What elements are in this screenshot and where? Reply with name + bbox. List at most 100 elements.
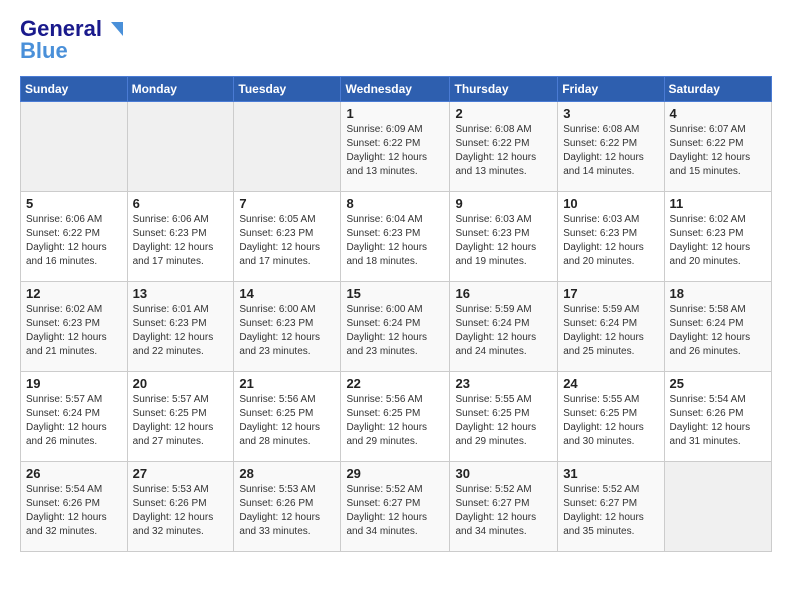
logo: General Blue [20,16,125,64]
calendar-cell: 4 Sunrise: 6:07 AM Sunset: 6:22 PM Daylig… [664,102,771,192]
calendar-header-row: SundayMondayTuesdayWednesdayThursdayFrid… [21,77,772,102]
day-info: Sunrise: 6:07 AM Sunset: 6:22 PM Dayligh… [670,123,766,179]
header: General Blue [20,16,772,64]
day-info: Sunrise: 5:54 AM Sunset: 6:26 PM Dayligh… [26,483,122,539]
calendar-cell: 16 Sunrise: 5:59 AM Sunset: 6:24 PM Dayli… [450,282,558,372]
calendar-cell: 5 Sunrise: 6:06 AM Sunset: 6:22 PM Daylig… [21,192,128,282]
day-info: Sunrise: 5:52 AM Sunset: 6:27 PM Dayligh… [563,483,658,539]
day-info: Sunrise: 6:03 AM Sunset: 6:23 PM Dayligh… [563,213,658,269]
day-number: 10 [563,196,658,211]
calendar-cell: 1Sunrise: 6:09 AM Sunset: 6:22 PM Daylig… [341,102,450,192]
day-info: Sunrise: 6:05 AM Sunset: 6:23 PM Dayligh… [239,213,335,269]
day-info: Sunrise: 5:59 AM Sunset: 6:24 PM Dayligh… [563,303,658,359]
day-number: 7 [239,196,335,211]
day-number: 29 [346,466,444,481]
day-info: Sunrise: 6:03 AM Sunset: 6:23 PM Dayligh… [455,213,552,269]
calendar-cell: 26 Sunrise: 5:54 AM Sunset: 6:26 PM Dayli… [21,462,128,552]
page: General Blue SundayMondayTuesdayWednesda… [0,0,792,568]
day-info: Sunrise: 5:52 AM Sunset: 6:27 PM Dayligh… [455,483,552,539]
day-number: 19 [26,376,122,391]
calendar-cell: 31Sunrise: 5:52 AM Sunset: 6:27 PM Dayli… [558,462,664,552]
day-number: 20 [133,376,229,391]
day-number: 28 [239,466,335,481]
calendar-cell: 17 Sunrise: 5:59 AM Sunset: 6:24 PM Dayli… [558,282,664,372]
calendar-cell [664,462,771,552]
header-monday: Monday [127,77,234,102]
day-info: Sunrise: 5:54 AM Sunset: 6:26 PM Dayligh… [670,393,766,449]
day-number: 11 [670,196,766,211]
calendar-cell: 30Sunrise: 5:52 AM Sunset: 6:27 PM Dayli… [450,462,558,552]
day-number: 15 [346,286,444,301]
day-number: 17 [563,286,658,301]
day-number: 14 [239,286,335,301]
day-number: 9 [455,196,552,211]
day-info: Sunrise: 5:55 AM Sunset: 6:25 PM Dayligh… [455,393,552,449]
day-info: Sunrise: 5:57 AM Sunset: 6:24 PM Dayligh… [26,393,122,449]
header-tuesday: Tuesday [234,77,341,102]
day-info: Sunrise: 6:09 AM Sunset: 6:22 PM Dayligh… [346,123,444,179]
logo-icon [103,18,125,40]
day-info: Sunrise: 5:56 AM Sunset: 6:25 PM Dayligh… [239,393,335,449]
calendar-cell: 10 Sunrise: 6:03 AM Sunset: 6:23 PM Dayli… [558,192,664,282]
calendar-week-3: 12Sunrise: 6:02 AM Sunset: 6:23 PM Dayli… [21,282,772,372]
calendar-cell: 9 Sunrise: 6:03 AM Sunset: 6:23 PM Daylig… [450,192,558,282]
calendar-cell: 2 Sunrise: 6:08 AM Sunset: 6:22 PM Daylig… [450,102,558,192]
calendar-cell: 29 Sunrise: 5:52 AM Sunset: 6:27 PM Dayli… [341,462,450,552]
day-info: Sunrise: 6:00 AM Sunset: 6:24 PM Dayligh… [346,303,444,359]
day-number: 5 [26,196,122,211]
calendar-cell: 23 Sunrise: 5:55 AM Sunset: 6:25 PM Dayli… [450,372,558,462]
calendar-cell: 18Sunrise: 5:58 AM Sunset: 6:24 PM Dayli… [664,282,771,372]
calendar-cell: 13Sunrise: 6:01 AM Sunset: 6:23 PM Dayli… [127,282,234,372]
day-number: 18 [670,286,766,301]
day-number: 27 [133,466,229,481]
day-number: 22 [346,376,444,391]
calendar-week-5: 26 Sunrise: 5:54 AM Sunset: 6:26 PM Dayli… [21,462,772,552]
day-info: Sunrise: 6:02 AM Sunset: 6:23 PM Dayligh… [670,213,766,269]
calendar-cell: 21Sunrise: 5:56 AM Sunset: 6:25 PM Dayli… [234,372,341,462]
header-saturday: Saturday [664,77,771,102]
day-number: 24 [563,376,658,391]
day-info: Sunrise: 6:00 AM Sunset: 6:23 PM Dayligh… [239,303,335,359]
calendar-week-4: 19 Sunrise: 5:57 AM Sunset: 6:24 PM Dayli… [21,372,772,462]
day-info: Sunrise: 5:53 AM Sunset: 6:26 PM Dayligh… [239,483,335,539]
day-info: Sunrise: 5:56 AM Sunset: 6:25 PM Dayligh… [346,393,444,449]
calendar-cell: 15 Sunrise: 6:00 AM Sunset: 6:24 PM Dayli… [341,282,450,372]
day-info: Sunrise: 6:08 AM Sunset: 6:22 PM Dayligh… [563,123,658,179]
calendar-cell: 25 Sunrise: 5:54 AM Sunset: 6:26 PM Dayli… [664,372,771,462]
day-number: 2 [455,106,552,121]
header-thursday: Thursday [450,77,558,102]
calendar-cell: 28 Sunrise: 5:53 AM Sunset: 6:26 PM Dayli… [234,462,341,552]
day-info: Sunrise: 5:59 AM Sunset: 6:24 PM Dayligh… [455,303,552,359]
day-info: Sunrise: 5:57 AM Sunset: 6:25 PM Dayligh… [133,393,229,449]
day-info: Sunrise: 6:01 AM Sunset: 6:23 PM Dayligh… [133,303,229,359]
calendar-cell [234,102,341,192]
header-sunday: Sunday [21,77,128,102]
calendar-week-2: 5 Sunrise: 6:06 AM Sunset: 6:22 PM Daylig… [21,192,772,282]
calendar-cell: 12Sunrise: 6:02 AM Sunset: 6:23 PM Dayli… [21,282,128,372]
calendar-cell: 8Sunrise: 6:04 AM Sunset: 6:23 PM Daylig… [341,192,450,282]
day-number: 23 [455,376,552,391]
day-number: 25 [670,376,766,391]
calendar-cell: 24Sunrise: 5:55 AM Sunset: 6:25 PM Dayli… [558,372,664,462]
day-info: Sunrise: 6:06 AM Sunset: 6:22 PM Dayligh… [26,213,122,269]
calendar-cell: 22 Sunrise: 5:56 AM Sunset: 6:25 PM Dayli… [341,372,450,462]
header-wednesday: Wednesday [341,77,450,102]
calendar-cell: 11 Sunrise: 6:02 AM Sunset: 6:23 PM Dayli… [664,192,771,282]
day-number: 4 [670,106,766,121]
calendar-cell [21,102,128,192]
calendar-cell: 3Sunrise: 6:08 AM Sunset: 6:22 PM Daylig… [558,102,664,192]
header-friday: Friday [558,77,664,102]
day-info: Sunrise: 5:52 AM Sunset: 6:27 PM Dayligh… [346,483,444,539]
day-info: Sunrise: 5:53 AM Sunset: 6:26 PM Dayligh… [133,483,229,539]
calendar-cell: 6 Sunrise: 6:06 AM Sunset: 6:23 PM Daylig… [127,192,234,282]
day-number: 6 [133,196,229,211]
day-number: 26 [26,466,122,481]
logo-blue: Blue [20,38,68,64]
day-info: Sunrise: 6:06 AM Sunset: 6:23 PM Dayligh… [133,213,229,269]
day-info: Sunrise: 6:08 AM Sunset: 6:22 PM Dayligh… [455,123,552,179]
calendar-week-1: 1Sunrise: 6:09 AM Sunset: 6:22 PM Daylig… [21,102,772,192]
day-number: 16 [455,286,552,301]
calendar-cell: 7 Sunrise: 6:05 AM Sunset: 6:23 PM Daylig… [234,192,341,282]
calendar-cell: 27 Sunrise: 5:53 AM Sunset: 6:26 PM Dayli… [127,462,234,552]
day-number: 12 [26,286,122,301]
